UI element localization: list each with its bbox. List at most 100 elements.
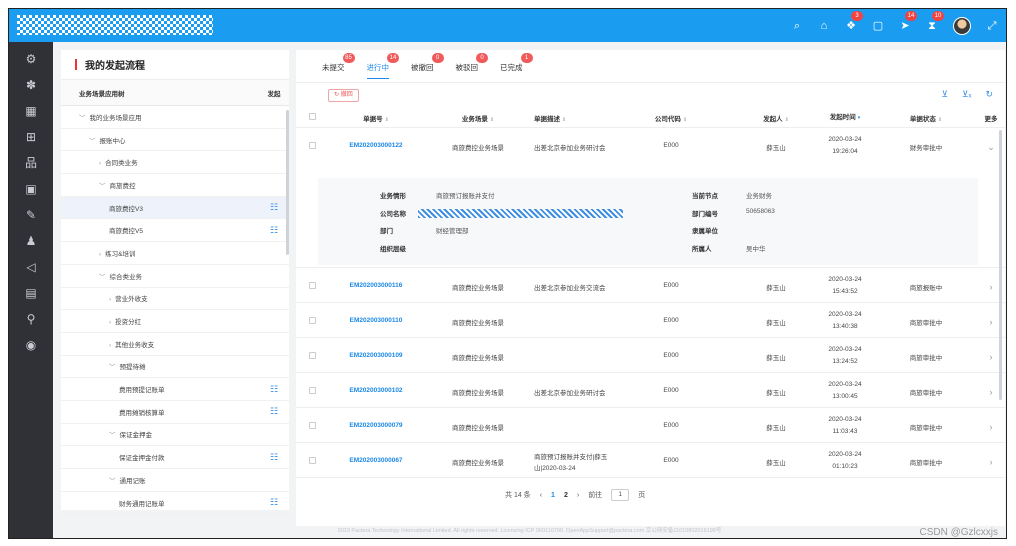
chevron-right-icon[interactable]: › xyxy=(99,251,101,258)
apps-icon[interactable]: ❖ 3 xyxy=(845,11,863,33)
doc-number-link[interactable]: EM202003000067 xyxy=(332,457,420,464)
row-checkbox[interactable] xyxy=(309,386,316,396)
tab-0[interactable]: 未提交 85 xyxy=(322,53,355,79)
tree-node[interactable]: ﹀ 我的业务场景应用 xyxy=(61,106,289,129)
tree-node[interactable]: ﹀ 综合类业务 xyxy=(61,265,289,288)
hierarchy-icon[interactable]: 品 xyxy=(9,150,53,176)
org-icon[interactable]: ⊞ xyxy=(9,124,53,150)
row-checkbox[interactable] xyxy=(309,316,316,326)
window-icon[interactable]: ▢ xyxy=(872,19,884,33)
pager-next-button[interactable]: › xyxy=(577,492,579,499)
share-icon[interactable]: ◉ xyxy=(9,332,53,358)
chevron-down-icon[interactable]: ﹀ xyxy=(89,138,96,145)
chevron-down-icon[interactable]: ﹀ xyxy=(99,183,106,190)
checkbox-box[interactable] xyxy=(309,351,316,359)
checkbox-box[interactable] xyxy=(309,456,316,464)
tab-3[interactable]: 被驳回 0 xyxy=(456,53,488,79)
home-icon[interactable]: ⌂ xyxy=(818,19,830,33)
search-user-icon[interactable]: ⚲ xyxy=(9,306,53,332)
tree-node[interactable]: › 合同类业务 xyxy=(61,151,289,175)
settings-icon[interactable]: ⚙ xyxy=(9,46,53,72)
megaphone-icon[interactable]: ◁ xyxy=(9,254,53,280)
doc-number-link[interactable]: EM202003000102 xyxy=(332,387,420,394)
checkbox-box[interactable] xyxy=(309,281,316,289)
fullscreen-icon[interactable]: ⤢ xyxy=(986,19,998,33)
chevron-down-icon[interactable]: ﹀ xyxy=(109,364,116,371)
col-time[interactable]: 发起时间 ▾ xyxy=(823,112,867,124)
dashboard-icon[interactable]: ▣ xyxy=(9,176,53,202)
table-row[interactable]: EM202003000079 商旅费控业务场景 E000 薛玉山 2020-03-24 1… xyxy=(296,408,1005,443)
tree-scrollbar[interactable] xyxy=(286,110,289,255)
table-row[interactable]: EM202003000109 商旅费控业务场景 E000 薛玉山 2020-03-24 1… xyxy=(296,338,1005,373)
tree-node[interactable]: 商旅费控V5 ☷ xyxy=(61,219,289,243)
filter-icon[interactable]: ⊻ xyxy=(941,89,948,100)
send-icon[interactable]: ➤ 14 xyxy=(899,11,917,33)
edit-icon[interactable]: ✎ xyxy=(9,202,53,228)
tree-node[interactable]: ﹀ 通用记账 xyxy=(61,469,289,492)
tree-node[interactable]: › 投资分红 xyxy=(61,310,289,333)
start-flow-icon[interactable]: ☷ xyxy=(259,497,289,508)
checkbox-box[interactable] xyxy=(309,316,316,324)
chevron-down-icon[interactable]: ﹀ xyxy=(99,274,106,281)
tab-1[interactable]: 进行中 14 xyxy=(366,53,399,79)
tree-node[interactable]: ﹀ 报账中心 xyxy=(61,129,289,152)
col-initiator[interactable]: 发起人 ⇕ xyxy=(741,113,811,123)
col-company-code[interactable]: 公司代码 ⇕ xyxy=(641,113,701,123)
start-flow-icon[interactable]: ☷ xyxy=(259,202,289,213)
chevron-right-icon[interactable]: › xyxy=(978,422,1004,432)
row-checkbox[interactable] xyxy=(309,421,316,431)
start-flow-icon[interactable]: ☷ xyxy=(259,406,289,417)
start-flow-icon[interactable]: ☷ xyxy=(259,452,289,463)
row-checkbox[interactable] xyxy=(309,281,316,291)
checkbox-box[interactable] xyxy=(309,142,316,149)
row-checkbox[interactable] xyxy=(309,456,316,466)
select-all-checkbox[interactable] xyxy=(309,113,316,122)
chevron-down-icon[interactable]: ﹀ xyxy=(79,115,86,122)
table-scrollbar[interactable] xyxy=(999,130,1002,400)
hourglass-icon[interactable]: ⧗ 10 xyxy=(926,11,944,33)
pager-page-1[interactable]: 1 xyxy=(551,492,555,499)
col-scene[interactable]: 业务场景 ⇕ xyxy=(442,113,514,123)
doc-number-link[interactable]: EM202003000079 xyxy=(332,422,420,429)
table-row[interactable]: EM202003000102 商旅费控业务场景 出差北京参加业务研讨会 E000 薛玉山… xyxy=(296,373,1005,408)
table-icon[interactable]: ▦ xyxy=(9,98,53,124)
chevron-right-icon[interactable]: › xyxy=(99,160,101,167)
tree-node[interactable]: 费用摊销核算单 ☷ xyxy=(61,401,289,424)
doc-number-link[interactable]: EM202003000116 xyxy=(332,282,420,289)
tree-node[interactable]: › 营业外收支 xyxy=(61,288,289,311)
chevron-down-icon[interactable]: ﹀ xyxy=(109,478,116,485)
doc-number-link[interactable]: EM202003000110 xyxy=(332,317,420,324)
tree-node[interactable]: 财务通用记账单 ☷ xyxy=(61,492,289,515)
tree-node[interactable]: 费用预提记账单 ☷ xyxy=(61,378,289,401)
row-checkbox[interactable] xyxy=(309,142,316,151)
tree-node[interactable]: › 其他业务收支 xyxy=(61,333,289,356)
checkbox-box[interactable] xyxy=(309,386,316,394)
avatar[interactable] xyxy=(953,17,971,35)
withdraw-button[interactable]: ↻ 撤回 xyxy=(328,89,359,102)
start-flow-icon[interactable]: ☷ xyxy=(259,225,289,236)
tree-node[interactable]: 商旅费控V3 ☷ xyxy=(61,196,289,220)
chevron-right-icon[interactable]: › xyxy=(109,342,111,349)
grid-icon[interactable]: ✽ xyxy=(9,72,53,98)
col-doc-no[interactable]: 单据号 ⇕ xyxy=(332,113,420,123)
clear-filter-icon[interactable]: ⊻ₓ xyxy=(962,89,972,100)
table-row[interactable]: EM202003000110 商旅费控业务场景 E000 薛玉山 2020-03-24 1… xyxy=(296,303,1005,338)
doc-number-link[interactable]: EM202003000109 xyxy=(332,352,420,359)
table-row[interactable]: EM202003000116 商旅费控业务场景 出差北京参加业务交流会 E000 薛玉山… xyxy=(296,268,1005,303)
col-desc[interactable]: 单据描述 ⇕ xyxy=(534,113,630,123)
refresh-icon[interactable]: ↻ xyxy=(985,89,993,100)
tree-node[interactable]: › 练习&培训 xyxy=(61,242,289,265)
chevron-right-icon[interactable]: › xyxy=(109,296,111,303)
doc-number-link[interactable]: EM202003000122 xyxy=(332,142,420,149)
pager-page-2[interactable]: 2 xyxy=(564,492,568,499)
chevron-right-icon[interactable]: › xyxy=(109,319,111,326)
tree-node[interactable]: ﹀ 保证金押金 xyxy=(61,424,289,447)
row-checkbox[interactable] xyxy=(309,351,316,361)
checkbox-box[interactable] xyxy=(309,421,316,429)
card-icon[interactable]: ▤ xyxy=(9,280,53,306)
tab-4[interactable]: 已完成 1 xyxy=(500,53,533,79)
tree-node[interactable]: ﹀ 商旅费控 xyxy=(61,174,289,197)
pager-prev-button[interactable]: ‹ xyxy=(540,492,542,499)
tree-node[interactable]: ﹀ 预提待摊 xyxy=(61,356,289,379)
table-row[interactable]: EM202003000067 商旅费控业务场景 商旅预订报账并支付|薛玉山|2020… xyxy=(296,443,1005,478)
